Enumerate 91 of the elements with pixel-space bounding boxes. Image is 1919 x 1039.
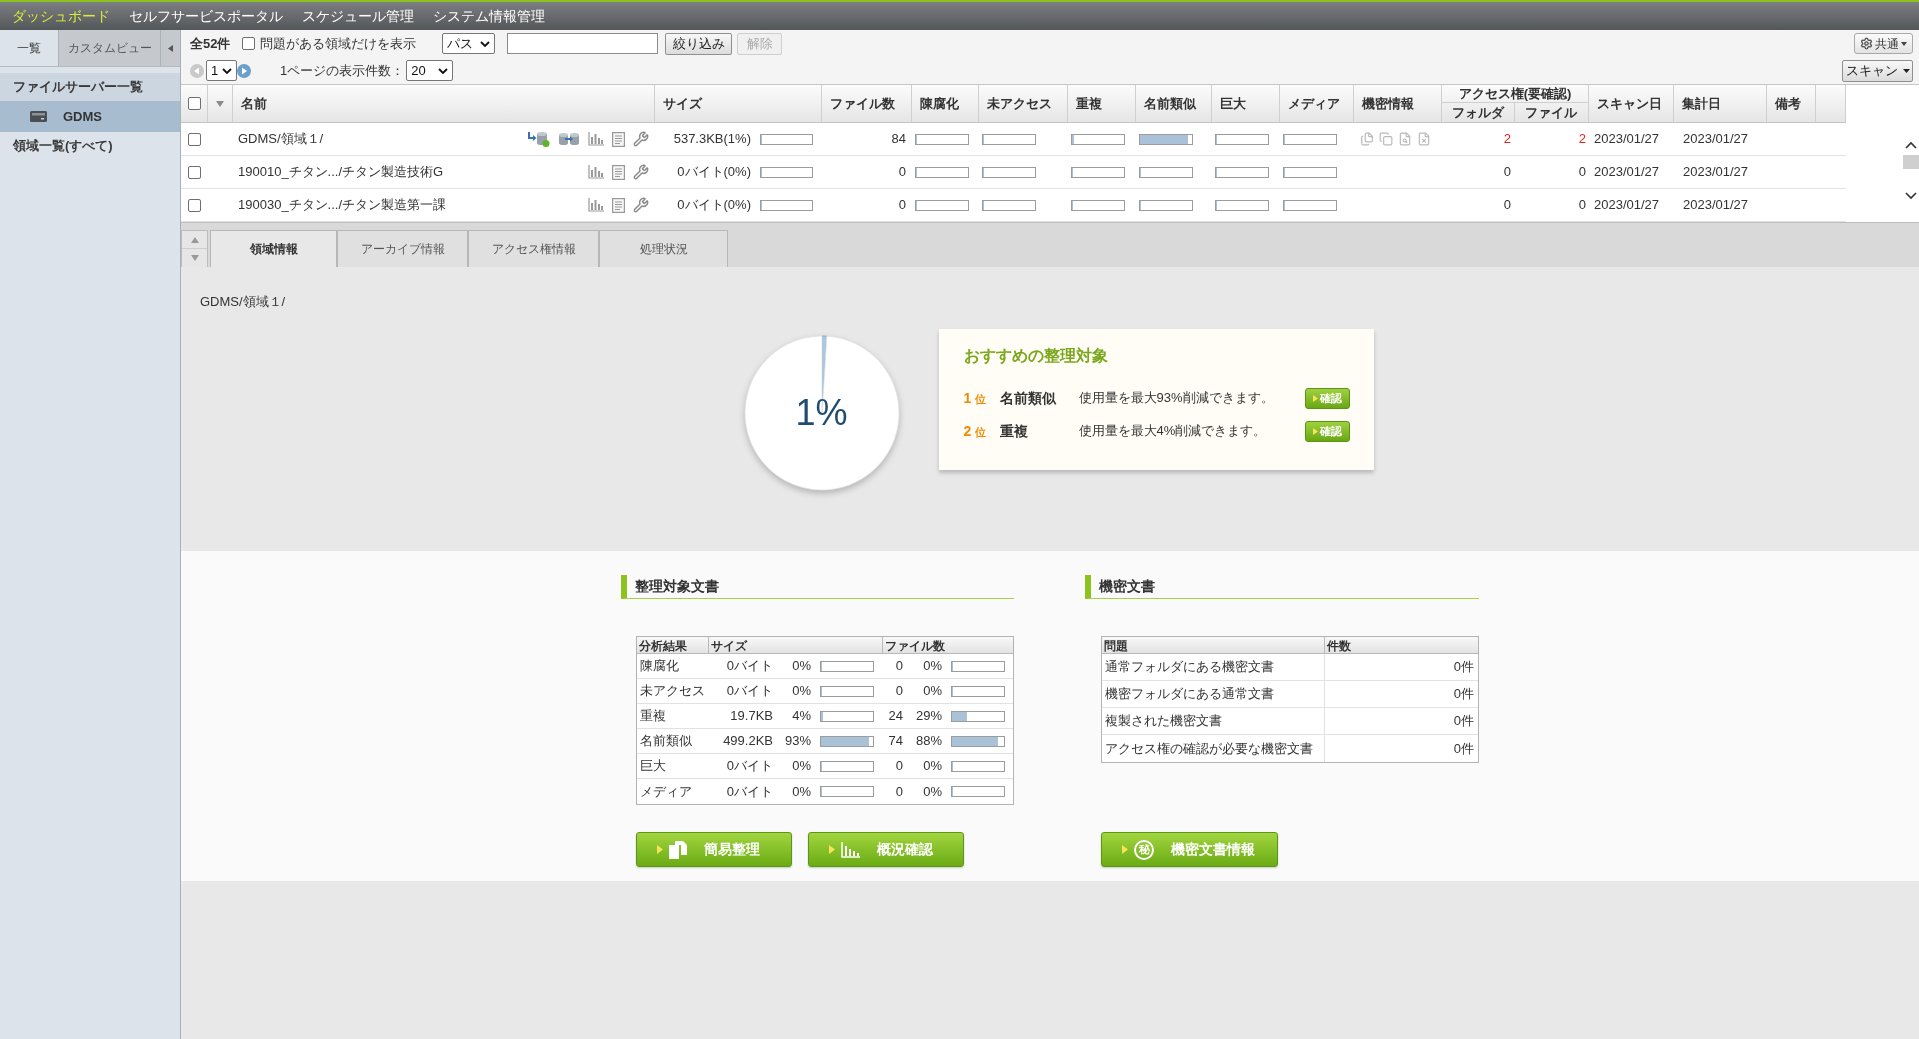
cell-text: 24: [887, 707, 903, 726]
category-name: 重複: [999, 421, 1029, 441]
card-title: おすすめの整理対象: [963, 347, 1108, 365]
cell-text: 0件: [1452, 739, 1475, 758]
cell-text: 0: [894, 782, 903, 801]
reduction-text: 使用量を最大4%削減できます。: [1078, 422, 1268, 441]
rank-label: 2 位: [963, 421, 988, 441]
cell-text: 0%: [791, 657, 811, 676]
cell-text: 未アクセス: [639, 682, 706, 701]
cell-text: 0: [894, 657, 903, 676]
cell-text: 0: [1578, 196, 1586, 215]
cell-text: 0: [1503, 196, 1511, 215]
cell-text: 2023/01/27: [1683, 164, 1749, 180]
column-header: 件数: [1326, 638, 1352, 653]
cell-text: 2023/01/27: [1594, 197, 1660, 213]
cell-text: 陳腐化: [639, 657, 680, 676]
cell-text: 0%: [922, 782, 942, 801]
cell-text: 499.2KB: [722, 732, 773, 751]
cell-text: 重複: [639, 707, 667, 726]
column-header: アクセス権(要確認): [1442, 85, 1588, 103]
cell-text: 2023/01/27: [1594, 164, 1660, 180]
cell-text: 0: [898, 196, 906, 215]
cell-text: 2023/01/27: [1683, 197, 1749, 213]
total-count: 全52件: [190, 34, 231, 53]
cell-text: 0: [894, 757, 903, 776]
cell-text: 84: [891, 130, 906, 149]
cell-text: 0バイト(0%): [677, 163, 751, 182]
cell-text: 93%: [783, 732, 811, 751]
cell-text: メディア: [639, 782, 693, 801]
column-header: 重複: [1068, 85, 1136, 122]
category-name: 名前類似: [999, 388, 1057, 408]
cell-text: 29%: [914, 707, 942, 726]
column-header: スキャン日: [1589, 85, 1674, 122]
cell-text: 0バイト: [725, 757, 773, 776]
cell-text: 0件: [1452, 658, 1475, 677]
cell-text: 名前類似: [639, 732, 693, 751]
cell-text: 通常フォルダにある機密文書: [1102, 654, 1325, 680]
cell-text: 0%: [791, 757, 811, 776]
cell-text: 88%: [914, 732, 942, 751]
rank-label: 1 位: [963, 388, 988, 408]
cell-text: 2023/01/27: [1594, 131, 1660, 147]
seal-icon: 秘: [1134, 839, 1154, 860]
cell-text: 0%: [791, 782, 811, 801]
cell-text: 0%: [922, 682, 942, 701]
cell-text: 機密フォルダにある通常文書: [1102, 681, 1325, 707]
cell-text: 0バイト: [725, 682, 773, 701]
reduction-text: 使用量を最大93%削減できます。: [1078, 389, 1275, 408]
cell-text: 2023/01/27: [1683, 131, 1749, 147]
cell-text: 19.7KB: [729, 707, 773, 726]
column-header: ファイル数: [884, 638, 946, 653]
cell-text: 0: [1578, 163, 1586, 182]
cell-text: 0バイト(0%): [677, 196, 751, 215]
column-header: 陳腐化: [912, 85, 979, 122]
column-header: 名前類似: [1136, 85, 1212, 122]
section-heading: 機密文書: [1085, 575, 1479, 599]
section-heading: 整理対象文書: [621, 575, 1014, 599]
cell-text: 0バイト: [725, 657, 773, 676]
cell-text: 0件: [1452, 712, 1475, 731]
cell-text: 巨大: [639, 757, 667, 776]
column-header: フォルダ: [1442, 103, 1515, 123]
column-header: 備考: [1767, 85, 1816, 122]
cell-text: 74: [887, 732, 903, 751]
cell-text: 0%: [922, 657, 942, 676]
cell-text: 2: [1503, 130, 1511, 149]
column-header: メディア: [1280, 85, 1354, 122]
page-size-label: 1ページの表示件数：: [280, 61, 405, 80]
cell-text: アクセス権の確認が必要な機密文書: [1102, 735, 1325, 762]
cell-text: 0%: [791, 682, 811, 701]
cell-text: 複製された機密文書: [1102, 708, 1325, 734]
column-header: サイズ: [655, 85, 822, 122]
cell-text: 537.3KB(1%): [673, 130, 751, 149]
area-path: GDMS/領域１/: [200, 294, 286, 309]
column-header: 集計日: [1674, 85, 1767, 122]
cell-text: 0: [898, 163, 906, 182]
column-header: ファイル: [1524, 104, 1579, 122]
cell-text: 4%: [791, 707, 811, 726]
column-header: 分析結果: [637, 637, 709, 653]
cell-text: 2: [1578, 130, 1586, 149]
column-header: 巨大: [1212, 85, 1280, 122]
percent-label: 1%: [795, 391, 848, 435]
column-header: 名前: [233, 85, 655, 122]
cell-text: 0: [894, 682, 903, 701]
cell-text: 0: [1503, 163, 1511, 182]
column-header: ファイル数: [822, 85, 912, 122]
column-header: 未アクセス: [979, 85, 1068, 122]
column-header: 機密情報: [1354, 85, 1442, 122]
cell-text: 0バイト: [725, 782, 773, 801]
cell-text: 0件: [1452, 685, 1475, 704]
column-header: サイズ: [709, 637, 883, 653]
cell-text: 0%: [922, 757, 942, 776]
column-header: 問題: [1102, 637, 1325, 653]
